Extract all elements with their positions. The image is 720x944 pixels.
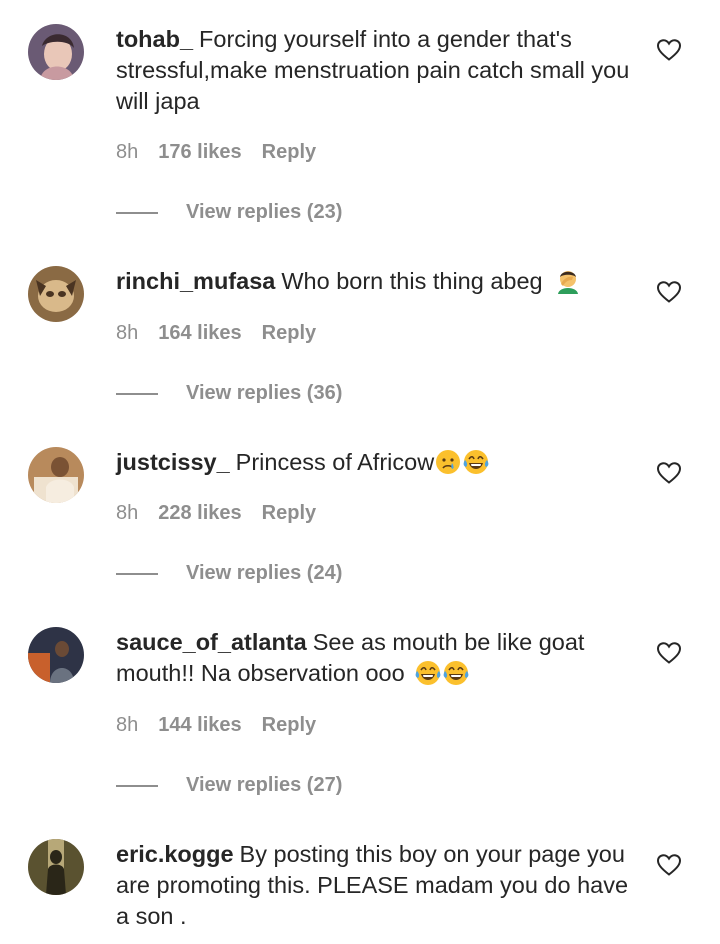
heart-icon[interactable] [656, 461, 682, 485]
comment-text: tohab_ Forcing yourself into a gender tha… [116, 24, 636, 117]
likes-count[interactable]: 144 likes [158, 714, 241, 736]
tears-of-joy-emoji-icon [443, 661, 469, 685]
man-facepalming-emoji-icon [558, 271, 579, 294]
replies-divider [116, 212, 158, 214]
avatar[interactable] [28, 447, 84, 503]
comment-body: Who born this thing abeg [281, 268, 543, 294]
replies-divider [116, 785, 158, 787]
timestamp: 8h [116, 502, 139, 524]
timestamp: 8h [116, 141, 139, 163]
likes-count[interactable]: 228 likes [158, 502, 241, 524]
likes-count[interactable]: 164 likes [158, 322, 241, 344]
replies-divider [116, 573, 158, 575]
view-replies-button[interactable]: View replies (24) [186, 561, 342, 585]
comment-text: rinchi_mufasa Who born this thing abeg [116, 266, 636, 297]
heart-icon[interactable] [656, 641, 682, 665]
comment-text: sauce_of_atlanta See as mouth be like goa… [116, 627, 636, 689]
comment-text: justcissy_ Princess of Africow [116, 447, 636, 478]
heart-icon[interactable] [656, 38, 682, 62]
username[interactable]: eric.kogge [116, 841, 234, 867]
avatar[interactable] [28, 266, 84, 322]
replies-divider [116, 393, 158, 395]
comment-meta: 8h 144 likes Reply [116, 713, 316, 737]
view-replies-button[interactable]: View replies (23) [186, 200, 342, 224]
username[interactable]: justcissy_ [116, 449, 230, 475]
comment-meta: 8h 164 likes Reply [116, 321, 316, 345]
comment-meta: 8h 176 likes Reply [116, 140, 316, 164]
reply-button[interactable]: Reply [262, 714, 316, 736]
username[interactable]: rinchi_mufasa [116, 268, 275, 294]
avatar[interactable] [28, 839, 84, 895]
view-replies-button[interactable]: View replies (27) [186, 773, 342, 797]
timestamp: 8h [116, 322, 139, 344]
heart-icon[interactable] [656, 853, 682, 877]
view-replies-button[interactable]: View replies (36) [186, 381, 342, 405]
comment-body: Princess of Africow [235, 449, 435, 475]
reply-button[interactable]: Reply [262, 322, 316, 344]
username[interactable]: tohab_ [116, 26, 193, 52]
comment-text: eric.kogge By posting this boy on your pa… [116, 839, 636, 932]
username[interactable]: sauce_of_atlanta [116, 629, 307, 655]
likes-count[interactable]: 176 likes [158, 141, 241, 163]
avatar[interactable] [28, 627, 84, 683]
reply-button[interactable]: Reply [262, 141, 316, 163]
tears-of-joy-emoji-icon [463, 450, 489, 474]
comment-meta: 8h 228 likes Reply [116, 501, 316, 525]
avatar[interactable] [28, 24, 84, 80]
tears-of-joy-emoji-icon [415, 661, 441, 685]
reply-button[interactable]: Reply [262, 502, 316, 524]
timestamp: 8h [116, 714, 139, 736]
crying-face-emoji-icon [436, 450, 461, 474]
heart-icon[interactable] [656, 280, 682, 304]
